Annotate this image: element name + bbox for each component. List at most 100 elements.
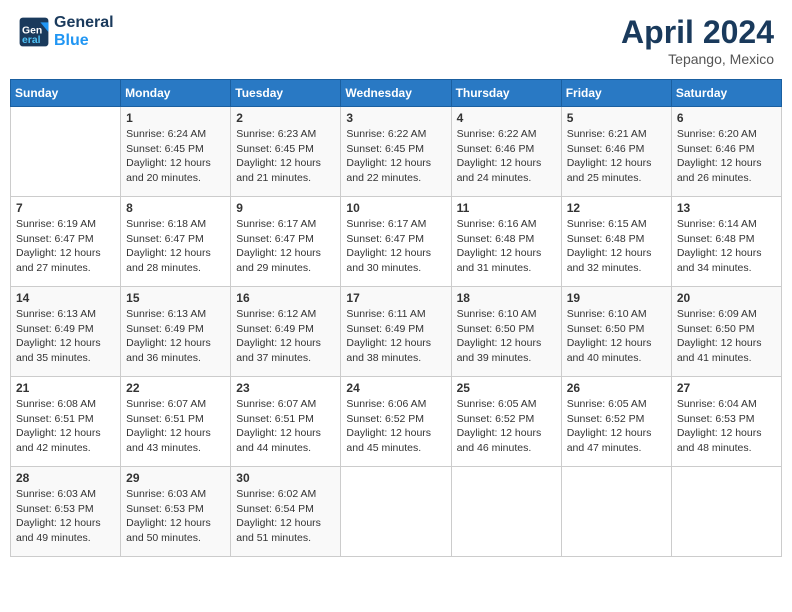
day-info: Sunrise: 6:11 AM Sunset: 6:49 PM Dayligh… [346,307,445,366]
day-info: Sunrise: 6:15 AM Sunset: 6:48 PM Dayligh… [567,217,666,276]
day-cell: 13Sunrise: 6:14 AM Sunset: 6:48 PM Dayli… [671,197,781,287]
day-info: Sunrise: 6:04 AM Sunset: 6:53 PM Dayligh… [677,397,776,456]
day-cell: 7 Sunrise: 6:19 AM Sunset: 6:47 PM Daylig… [11,197,121,287]
day-info: Sunrise: 6:07 AM Sunset: 6:51 PM Dayligh… [126,397,225,456]
day-cell: 22 Sunrise: 6:07 AM Sunset: 6:51 PM Dayli… [121,377,231,467]
day-number: 29 [126,471,225,485]
day-info: Sunrise: 6:08 AM Sunset: 6:51 PM Dayligh… [16,397,115,456]
day-cell: 1 Sunrise: 6:24 AM Sunset: 6:45 PM Daylig… [121,107,231,197]
day-number: 11 [457,201,556,215]
header-cell-tuesday: Tuesday [231,80,341,107]
svg-text:eral: eral [22,35,41,46]
day-number: 1 [126,111,225,125]
header-row: SundayMondayTuesdayWednesdayThursdayFrid… [11,80,782,107]
day-info: Sunrise: 6:22 AM Sunset: 6:46 PM Dayligh… [457,127,556,186]
week-row-5: 28 Sunrise: 6:03 AM Sunset: 6:53 PM Dayli… [11,467,782,557]
day-number: 7 [16,201,115,215]
day-cell: 8 Sunrise: 6:18 AM Sunset: 6:47 PM Daylig… [121,197,231,287]
day-info: Sunrise: 6:03 AM Sunset: 6:53 PM Dayligh… [126,487,225,546]
day-number: 4 [457,111,556,125]
day-info: Sunrise: 6:13 AM Sunset: 6:49 PM Dayligh… [16,307,115,366]
day-info: Sunrise: 6:18 AM Sunset: 6:47 PM Dayligh… [126,217,225,276]
day-number: 22 [126,381,225,395]
day-cell: 5 Sunrise: 6:21 AM Sunset: 6:46 PM Daylig… [561,107,671,197]
logo: Gen eral General Blue [18,14,114,49]
day-number: 12 [567,201,666,215]
page-header: Gen eral General Blue April 2024 Tepango… [10,10,782,71]
header-cell-friday: Friday [561,80,671,107]
day-info: Sunrise: 6:24 AM Sunset: 6:45 PM Dayligh… [126,127,225,186]
day-number: 24 [346,381,445,395]
day-info: Sunrise: 6:13 AM Sunset: 6:49 PM Dayligh… [126,307,225,366]
day-cell: 11 Sunrise: 6:16 AM Sunset: 6:48 PM Dayli… [451,197,561,287]
day-cell: 2 Sunrise: 6:23 AM Sunset: 6:45 PM Daylig… [231,107,341,197]
day-info: Sunrise: 6:19 AM Sunset: 6:47 PM Dayligh… [16,217,115,276]
day-number: 5 [567,111,666,125]
day-info: Sunrise: 6:21 AM Sunset: 6:46 PM Dayligh… [567,127,666,186]
week-row-3: 14Sunrise: 6:13 AM Sunset: 6:49 PM Dayli… [11,287,782,377]
day-info: Sunrise: 6:10 AM Sunset: 6:50 PM Dayligh… [567,307,666,366]
day-number: 26 [567,381,666,395]
day-info: Sunrise: 6:12 AM Sunset: 6:49 PM Dayligh… [236,307,335,366]
day-cell: 10 Sunrise: 6:17 AM Sunset: 6:47 PM Dayli… [341,197,451,287]
day-cell: 14Sunrise: 6:13 AM Sunset: 6:49 PM Dayli… [11,287,121,377]
week-row-2: 7 Sunrise: 6:19 AM Sunset: 6:47 PM Daylig… [11,197,782,287]
day-cell: 3Sunrise: 6:22 AM Sunset: 6:45 PM Daylig… [341,107,451,197]
day-cell: 19Sunrise: 6:10 AM Sunset: 6:50 PM Dayli… [561,287,671,377]
day-number: 25 [457,381,556,395]
day-cell: 18Sunrise: 6:10 AM Sunset: 6:50 PM Dayli… [451,287,561,377]
day-number: 16 [236,291,335,305]
day-number: 17 [346,291,445,305]
day-cell: 4 Sunrise: 6:22 AM Sunset: 6:46 PM Daylig… [451,107,561,197]
day-number: 2 [236,111,335,125]
header-cell-wednesday: Wednesday [341,80,451,107]
day-info: Sunrise: 6:17 AM Sunset: 6:47 PM Dayligh… [346,217,445,276]
week-row-1: 1 Sunrise: 6:24 AM Sunset: 6:45 PM Daylig… [11,107,782,197]
day-cell [11,107,121,197]
day-number: 6 [677,111,776,125]
day-info: Sunrise: 6:06 AM Sunset: 6:52 PM Dayligh… [346,397,445,456]
day-cell: 24 Sunrise: 6:06 AM Sunset: 6:52 PM Dayli… [341,377,451,467]
day-info: Sunrise: 6:23 AM Sunset: 6:45 PM Dayligh… [236,127,335,186]
day-info: Sunrise: 6:10 AM Sunset: 6:50 PM Dayligh… [457,307,556,366]
day-number: 3 [346,111,445,125]
day-cell: 23Sunrise: 6:07 AM Sunset: 6:51 PM Dayli… [231,377,341,467]
location: Tepango, Mexico [621,51,774,67]
day-cell: 15 Sunrise: 6:13 AM Sunset: 6:49 PM Dayli… [121,287,231,377]
logo-icon: Gen eral [18,16,50,48]
day-cell [341,467,451,557]
calendar-table: SundayMondayTuesdayWednesdayThursdayFrid… [10,79,782,557]
day-cell: 6 Sunrise: 6:20 AM Sunset: 6:46 PM Daylig… [671,107,781,197]
day-cell: 28 Sunrise: 6:03 AM Sunset: 6:53 PM Dayli… [11,467,121,557]
day-number: 21 [16,381,115,395]
day-cell: 26Sunrise: 6:05 AM Sunset: 6:52 PM Dayli… [561,377,671,467]
day-cell: 16 Sunrise: 6:12 AM Sunset: 6:49 PM Dayli… [231,287,341,377]
day-info: Sunrise: 6:03 AM Sunset: 6:53 PM Dayligh… [16,487,115,546]
day-cell [671,467,781,557]
day-cell: 27 Sunrise: 6:04 AM Sunset: 6:53 PM Dayli… [671,377,781,467]
day-number: 15 [126,291,225,305]
day-number: 27 [677,381,776,395]
title-block: April 2024 Tepango, Mexico [621,14,774,67]
day-cell: 20 Sunrise: 6:09 AM Sunset: 6:50 PM Dayli… [671,287,781,377]
day-number: 28 [16,471,115,485]
day-info: Sunrise: 6:20 AM Sunset: 6:46 PM Dayligh… [677,127,776,186]
day-info: Sunrise: 6:05 AM Sunset: 6:52 PM Dayligh… [457,397,556,456]
header-cell-thursday: Thursday [451,80,561,107]
day-number: 20 [677,291,776,305]
day-info: Sunrise: 6:07 AM Sunset: 6:51 PM Dayligh… [236,397,335,456]
day-number: 10 [346,201,445,215]
day-cell: 12 Sunrise: 6:15 AM Sunset: 6:48 PM Dayli… [561,197,671,287]
week-row-4: 21 Sunrise: 6:08 AM Sunset: 6:51 PM Dayli… [11,377,782,467]
header-cell-sunday: Sunday [11,80,121,107]
day-number: 8 [126,201,225,215]
day-cell: 25 Sunrise: 6:05 AM Sunset: 6:52 PM Dayli… [451,377,561,467]
header-cell-monday: Monday [121,80,231,107]
day-info: Sunrise: 6:16 AM Sunset: 6:48 PM Dayligh… [457,217,556,276]
day-cell [561,467,671,557]
day-info: Sunrise: 6:02 AM Sunset: 6:54 PM Dayligh… [236,487,335,546]
day-info: Sunrise: 6:09 AM Sunset: 6:50 PM Dayligh… [677,307,776,366]
month-title: April 2024 [621,14,774,51]
logo-text-general: General [54,14,114,32]
day-cell: 9Sunrise: 6:17 AM Sunset: 6:47 PM Daylig… [231,197,341,287]
